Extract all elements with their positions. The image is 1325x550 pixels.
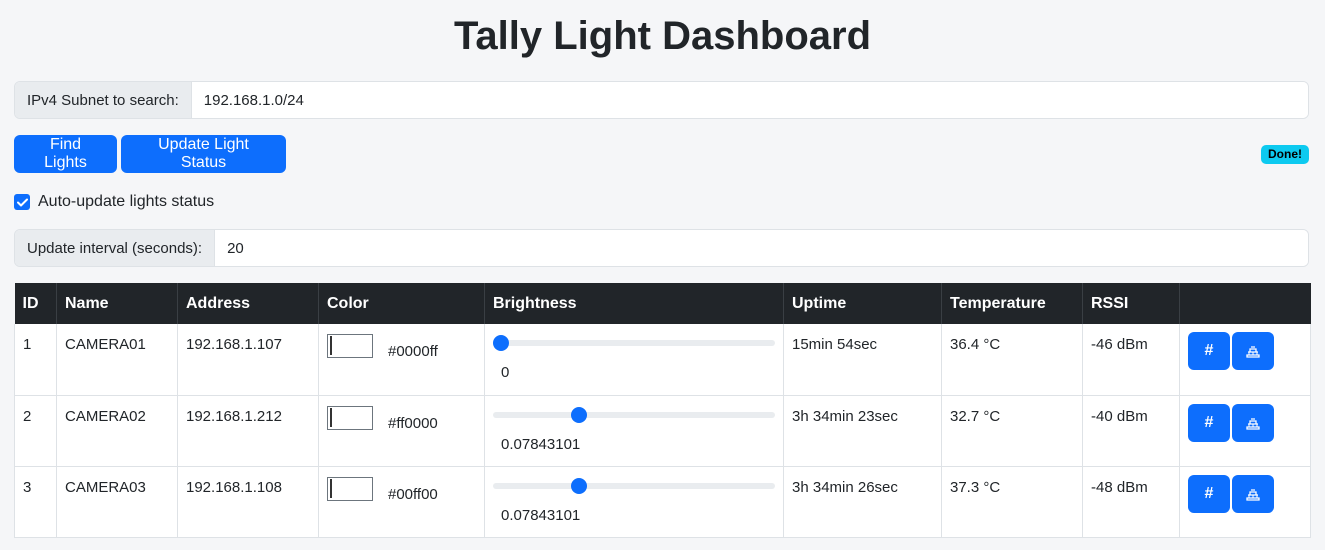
cell-color: #0000ff	[318, 324, 485, 396]
header-temperature: Temperature	[941, 283, 1083, 324]
brightness-value: 0.07843101	[501, 435, 581, 453]
auto-update-label: Auto-update lights status	[38, 193, 215, 210]
cell-color: #ff0000	[318, 395, 485, 467]
cell-address: 192.168.1.107	[177, 324, 319, 396]
cell-rssi: -40 dBm	[1082, 395, 1180, 467]
cell-uptime: 3h 34min 23sec	[783, 395, 942, 467]
brightness-slider[interactable]	[493, 406, 775, 423]
cell-address: 192.168.1.212	[177, 395, 319, 467]
header-name: Name	[56, 283, 178, 324]
slider-thumb[interactable]	[493, 335, 509, 351]
auto-update-checkbox-row[interactable]: Auto-update lights status	[14, 192, 214, 212]
header-uptime: Uptime	[783, 283, 942, 324]
cell-brightness: 0.07843101	[484, 395, 784, 467]
check-icon	[16, 198, 28, 206]
color-hex: #ff0000	[388, 414, 438, 432]
cell-uptime: 3h 34min 26sec	[783, 466, 942, 538]
interval-input[interactable]	[215, 230, 1308, 266]
slider-thumb[interactable]	[571, 477, 588, 494]
rename-button[interactable]	[1232, 332, 1274, 370]
header-actions	[1179, 283, 1311, 324]
color-hex: #0000ff	[388, 343, 438, 360]
brightness-value: 0	[501, 364, 510, 381]
table-row: 3 CAMERA03 192.168.1.108 #00ff00 0.07843…	[14, 466, 1311, 538]
color-hex: #00ff00	[388, 485, 438, 503]
brightness-slider[interactable]	[493, 335, 775, 351]
table-row: 2 CAMERA02 192.168.1.212 #ff0000 0.07843…	[14, 395, 1311, 467]
color-picker[interactable]	[327, 476, 373, 501]
cell-rssi: -46 dBm	[1082, 324, 1180, 396]
cell-temperature: 32.7 °C	[941, 395, 1083, 467]
table-header-row: ID Name Address Color Brightness Uptime …	[14, 283, 1311, 324]
cell-name: CAMERA03	[56, 466, 178, 538]
identify-button[interactable]: #	[1188, 332, 1230, 370]
cell-name: CAMERA01	[56, 324, 178, 396]
header-id: ID	[14, 283, 57, 324]
slider-track	[493, 411, 775, 418]
color-swatch	[330, 407, 332, 427]
page-title: Tally Light Dashboard	[453, 14, 872, 58]
cell-actions: #	[1179, 324, 1311, 396]
cell-temperature: 37.3 °C	[941, 466, 1083, 538]
table-row: 1 CAMERA01 192.168.1.107 #0000ff 0 15min…	[14, 324, 1311, 396]
interval-input-group: Update interval (seconds):	[14, 229, 1309, 267]
update-light-status-button[interactable]: Update Light Status	[121, 135, 286, 173]
header-color: Color	[318, 283, 485, 324]
color-picker[interactable]	[327, 405, 373, 430]
identify-button[interactable]: #	[1188, 403, 1230, 442]
slider-track	[493, 482, 775, 489]
interval-label: Update interval (seconds):	[15, 230, 216, 266]
slider-thumb[interactable]	[571, 406, 588, 423]
header-rssi: RSSI	[1082, 283, 1180, 324]
rename-button[interactable]	[1232, 403, 1274, 442]
color-picker[interactable]	[327, 334, 373, 358]
cell-rssi: -48 dBm	[1082, 466, 1180, 538]
color-swatch	[330, 336, 332, 355]
color-swatch	[330, 478, 332, 498]
header-address: Address	[177, 283, 319, 324]
tally-device-icon	[1246, 346, 1260, 358]
cell-id: 3	[14, 466, 57, 538]
header-brightness: Brightness	[484, 283, 784, 324]
cell-temperature: 36.4 °C	[941, 324, 1083, 396]
rename-button[interactable]	[1232, 474, 1274, 513]
cell-brightness: 0	[484, 324, 784, 396]
brightness-slider[interactable]	[493, 477, 775, 494]
tally-device-icon	[1246, 417, 1260, 430]
slider-track	[493, 340, 775, 346]
find-lights-button[interactable]: Find Lights	[14, 135, 117, 173]
cell-uptime: 15min 54sec	[783, 324, 942, 396]
subnet-input-group: IPv4 Subnet to search:	[14, 81, 1309, 119]
cell-id: 2	[14, 395, 57, 467]
subnet-input[interactable]	[191, 82, 1308, 118]
cell-address: 192.168.1.108	[177, 466, 319, 538]
identify-button[interactable]: #	[1188, 474, 1230, 513]
cell-actions: #	[1179, 466, 1311, 538]
tally-device-icon	[1246, 488, 1260, 501]
status-badge: Done!	[1261, 145, 1309, 164]
auto-update-checkbox[interactable]	[14, 194, 30, 210]
cell-name: CAMERA02	[56, 395, 178, 467]
brightness-value: 0.07843101	[501, 506, 581, 524]
cell-id: 1	[14, 324, 57, 396]
cell-brightness: 0.07843101	[484, 466, 784, 538]
subnet-label: IPv4 Subnet to search:	[15, 82, 192, 118]
lights-table: ID Name Address Color Brightness Uptime …	[14, 283, 1311, 538]
cell-color: #00ff00	[318, 466, 485, 538]
cell-actions: #	[1179, 395, 1311, 467]
